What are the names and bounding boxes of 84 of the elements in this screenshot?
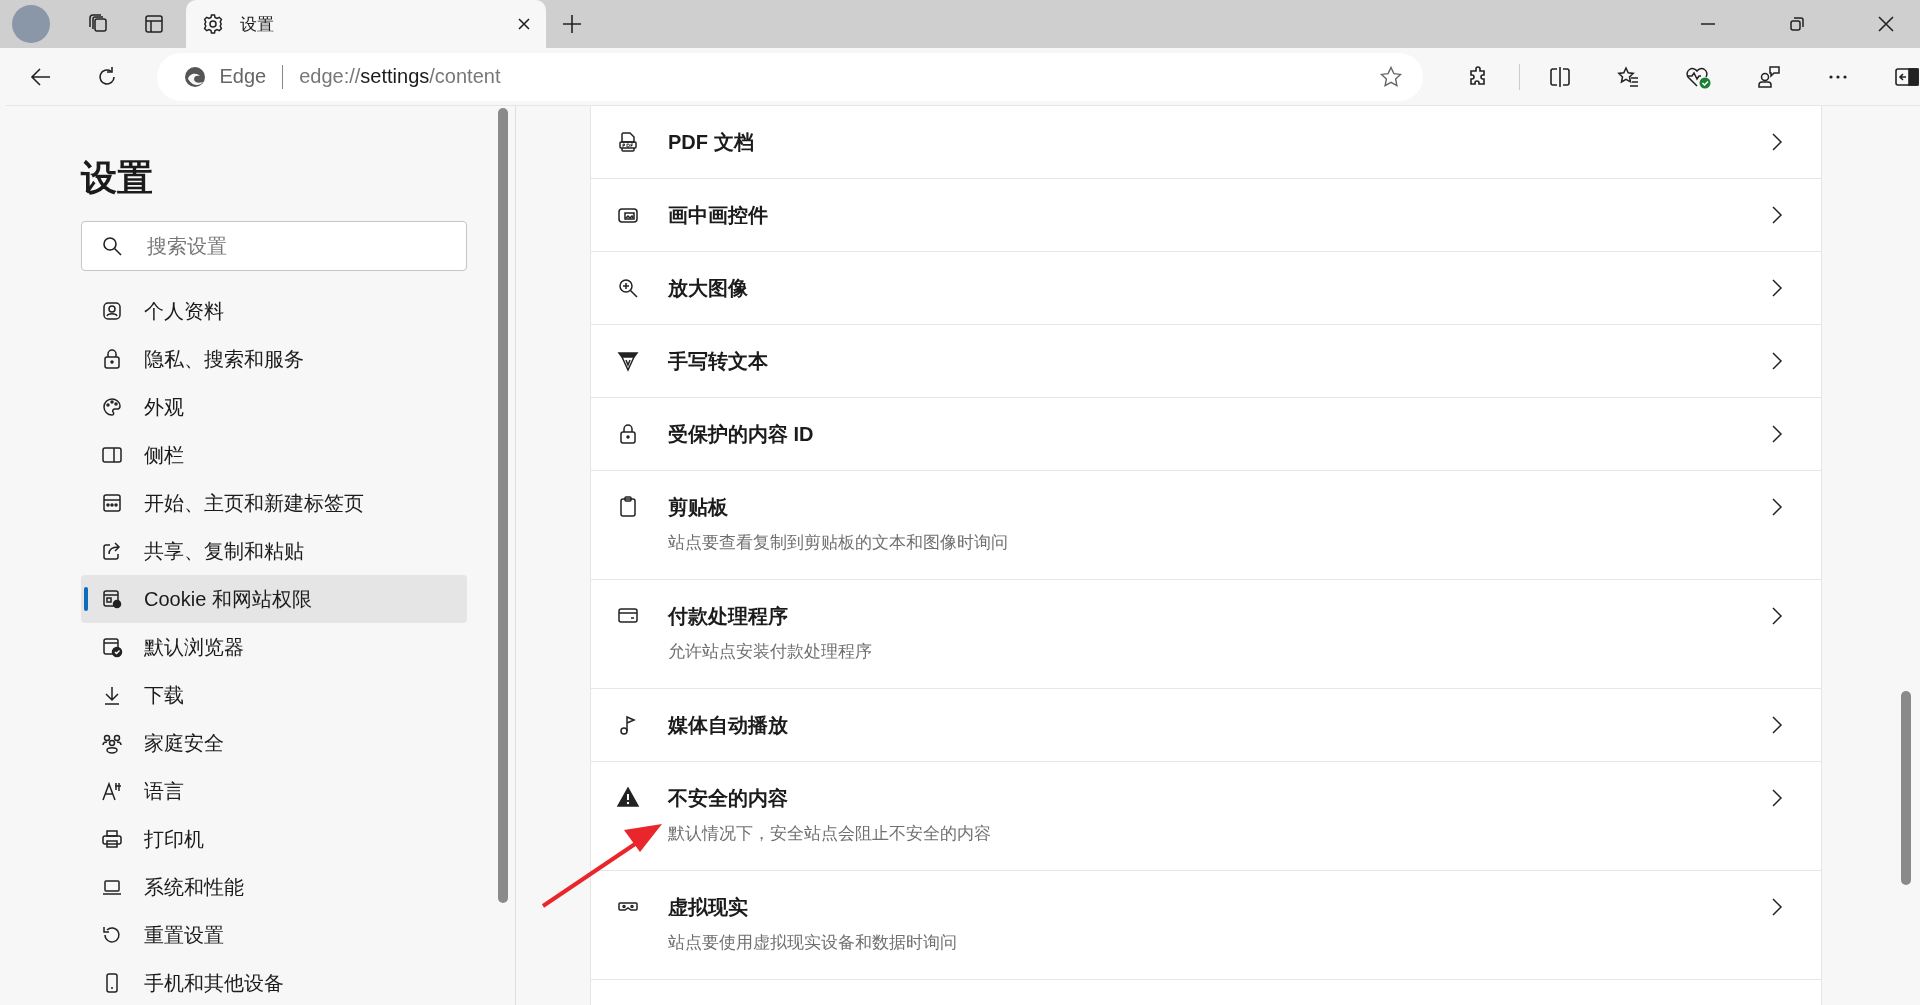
- sidebar-panel-icon: [101, 444, 123, 466]
- row-title: 虚拟现实: [668, 895, 749, 919]
- settings-row[interactable]: 付款处理程序 允许站点安装付款处理程序: [591, 580, 1821, 689]
- tab-title: 设置: [240, 13, 275, 36]
- printer-icon: [101, 828, 123, 850]
- chevron-right-icon: [1771, 788, 1783, 808]
- settings-row[interactable]: 虚拟现实 站点要使用虚拟现实设备和数据时询问: [591, 871, 1821, 980]
- clipboard-icon: [617, 495, 639, 517]
- row-title: 放大图像: [668, 276, 749, 300]
- chevron-right-icon: [1771, 606, 1783, 626]
- row-description: 默认情况下，安全站点会阻止不安全的内容: [668, 823, 992, 845]
- settings-row[interactable]: 画中画控件: [591, 179, 1821, 252]
- sidebar-item[interactable]: 系统和性能: [81, 863, 467, 911]
- chevron-right-icon: [1771, 424, 1783, 444]
- sidebar-item[interactable]: 外观: [81, 383, 467, 431]
- chevron-right-icon: [1771, 351, 1783, 371]
- lock-icon: [101, 348, 123, 370]
- chevron-right-icon: [1771, 497, 1783, 517]
- zoom-in-icon: [617, 277, 639, 299]
- browser-logo-icon: [183, 64, 208, 89]
- settings-row[interactable]: 放大图像: [591, 252, 1821, 325]
- tab-actions-icon[interactable]: [142, 12, 166, 36]
- site-label: Edge: [219, 65, 267, 88]
- url-text[interactable]: edge://settings/content: [299, 65, 501, 88]
- sidebar-item[interactable]: 个人资料: [81, 287, 467, 335]
- sidebar-item[interactable]: 打印机: [81, 815, 467, 863]
- new-tab-button[interactable]: [560, 12, 584, 36]
- close-button[interactable]: [1876, 14, 1896, 34]
- pdf-icon: [617, 131, 639, 153]
- site-permissions-icon: [101, 588, 123, 610]
- row-title: 手写转文本: [668, 349, 769, 373]
- sidebar-item[interactable]: 开始、主页和新建标签页: [81, 479, 467, 527]
- scrollbar-thumb[interactable]: [498, 108, 508, 903]
- row-title: 媒体自动播放: [668, 713, 789, 737]
- selection-indicator: [84, 587, 88, 611]
- row-description: 允许站点安装付款处理程序: [668, 641, 873, 663]
- settings-row[interactable]: PDF 文档: [591, 106, 1821, 179]
- chevron-right-icon: [1771, 132, 1783, 152]
- row-title: 付款处理程序: [668, 604, 789, 628]
- share-icon: [101, 540, 123, 562]
- chevron-right-icon: [1771, 715, 1783, 735]
- restore-icon[interactable]: [1787, 14, 1807, 34]
- sidebar-item[interactable]: 侧栏: [81, 431, 467, 479]
- sidebar-item[interactable]: 默认浏览器: [81, 623, 467, 671]
- sidebar-item[interactable]: Cookie 和网站权限: [81, 575, 467, 623]
- address-bar[interactable]: Edge edge://settings/content: [157, 52, 1424, 101]
- settings-row[interactable]: 手写转文本: [591, 325, 1821, 398]
- row-title: 不安全的内容: [668, 786, 789, 810]
- scrollbar-thumb[interactable]: [1901, 691, 1911, 885]
- settings-title: 设置: [81, 156, 154, 200]
- favorite-star-icon[interactable]: [1379, 64, 1404, 89]
- chevron-right-icon: [1771, 205, 1783, 225]
- sidebar-item[interactable]: 家庭安全: [81, 719, 467, 767]
- chevron-right-icon: [1771, 897, 1783, 917]
- reset-icon: [101, 924, 123, 946]
- row-description: 站点要查看复制到剪贴板的文本和图像时询问: [668, 532, 1009, 554]
- chevron-right-icon: [1771, 278, 1783, 298]
- row-description: 站点要使用虚拟现实设备和数据时询问: [668, 932, 958, 954]
- sidebar-item[interactable]: 语言: [81, 767, 467, 815]
- row-title: 剪贴板: [668, 495, 729, 519]
- sidebar-item[interactable]: 手机和其他设备: [81, 959, 467, 1005]
- settings-row[interactable]: 受保护的内容 ID: [591, 398, 1821, 471]
- home-page-icon: [101, 492, 123, 514]
- language-icon: [101, 780, 123, 802]
- settings-icon: [202, 13, 224, 35]
- close-tab-icon[interactable]: [516, 16, 532, 32]
- sidebar-item[interactable]: 重置设置: [81, 911, 467, 959]
- warning-icon: [617, 786, 639, 808]
- search-field[interactable]: 搜索设置: [81, 221, 467, 271]
- settings-row[interactable]: 媒体自动播放: [591, 689, 1821, 762]
- sidebar-item[interactable]: 共享、复制和粘贴: [81, 527, 467, 575]
- person-icon: [101, 300, 123, 322]
- palette-icon: [101, 396, 123, 418]
- settings-row[interactable]: 剪贴板 站点要查看复制到剪贴板的文本和图像时询问: [591, 471, 1821, 580]
- pen-icon: [617, 350, 639, 372]
- lock-icon: [617, 423, 639, 445]
- family-icon: [101, 732, 123, 754]
- sidebar-item[interactable]: 隐私、搜索和服务: [81, 335, 467, 383]
- browser-check-icon: [101, 636, 123, 658]
- row-title: 画中画控件: [668, 203, 769, 227]
- browser-tab[interactable]: 设置: [186, 0, 546, 48]
- row-title: PDF 文档: [668, 130, 755, 154]
- sidebar-item[interactable]: 下载: [81, 671, 467, 719]
- row-title: 受保护的内容 ID: [668, 422, 815, 446]
